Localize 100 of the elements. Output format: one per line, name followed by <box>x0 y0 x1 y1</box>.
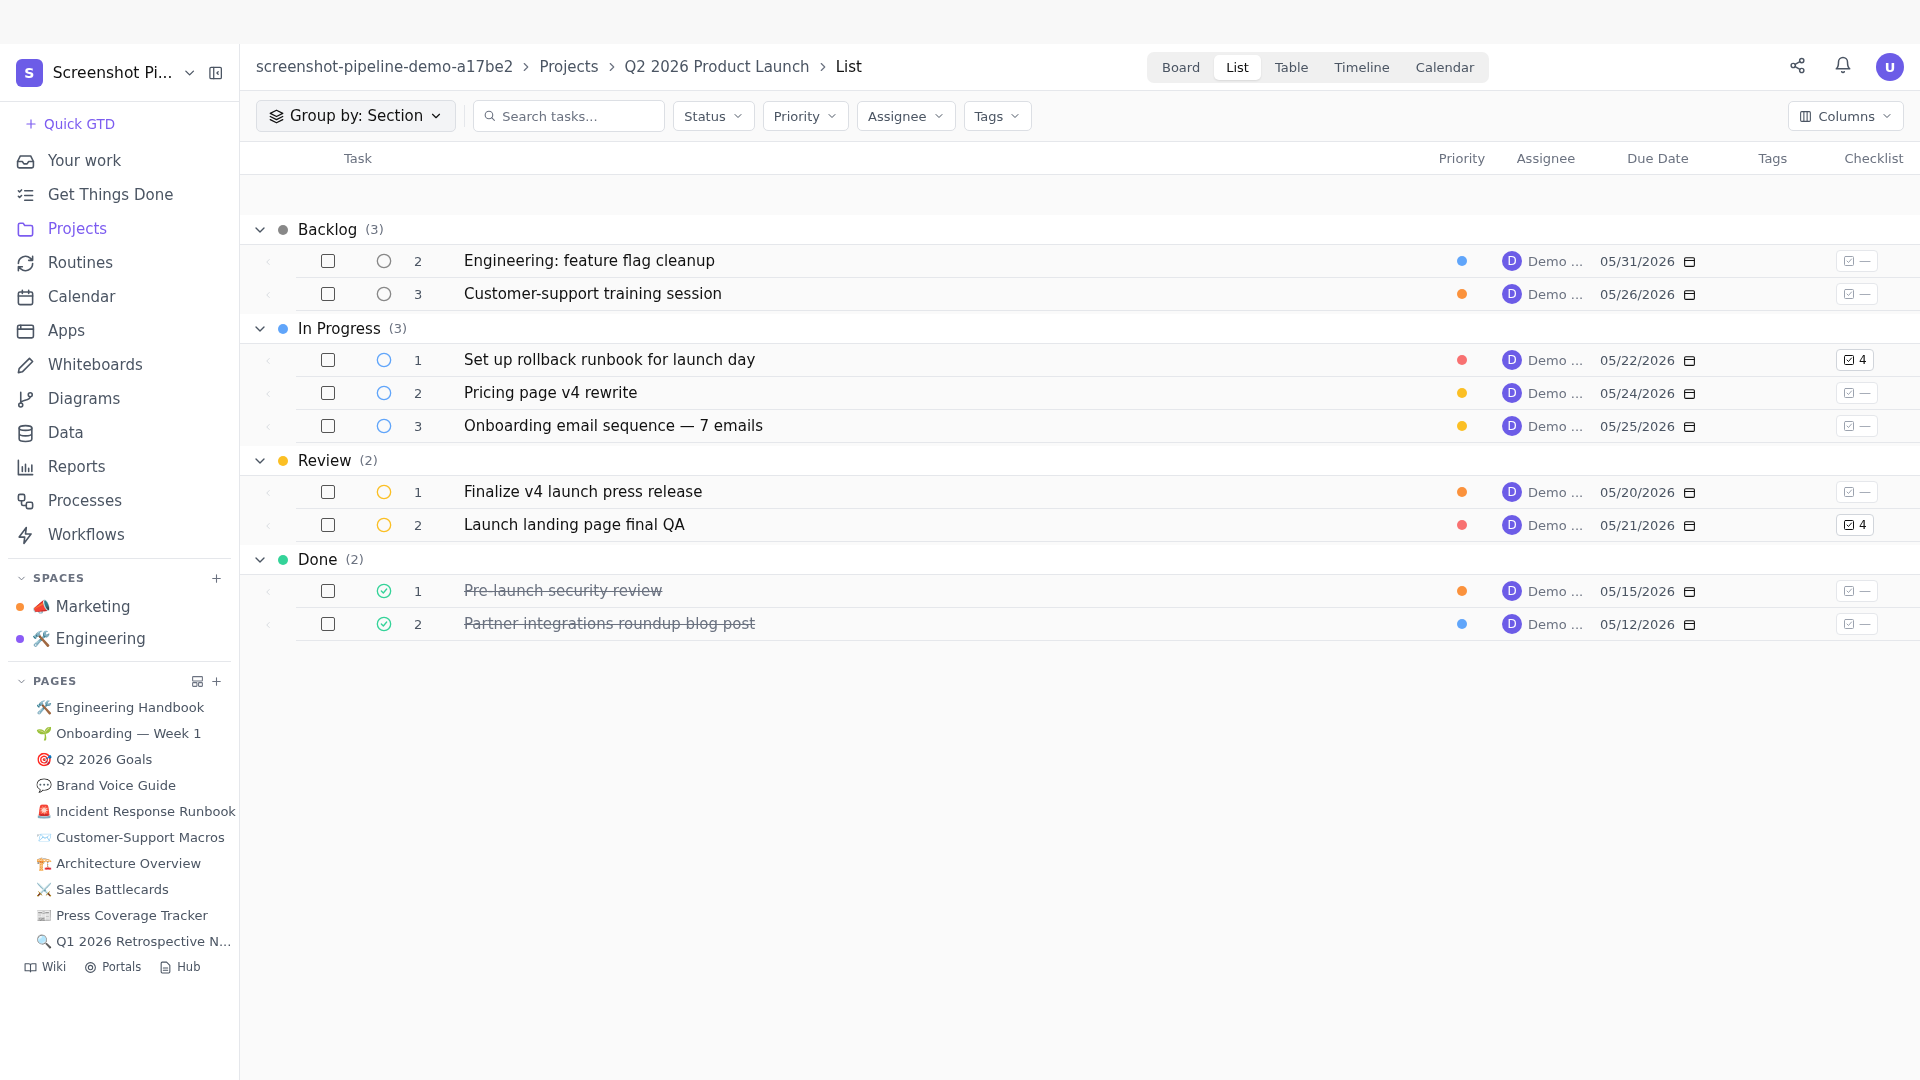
footer-link[interactable]: Hub <box>159 960 201 974</box>
group-count: (3) <box>388 321 408 336</box>
search-field[interactable]: Search tasks... <box>473 100 666 132</box>
column-header: Assignee <box>1515 150 1577 166</box>
sidebar-toggle-icon <box>207 64 223 81</box>
layers-icon <box>269 108 284 124</box>
nav-item[interactable]: Projects <box>8 212 231 246</box>
assignee-avatar: D <box>1502 251 1522 271</box>
nav-item[interactable]: Data <box>8 416 231 450</box>
nav-item[interactable]: Diagrams <box>8 382 231 416</box>
page-item[interactable]: 📨 Customer-Support Macros <box>0 824 239 850</box>
task-title[interactable]: Customer-support training session <box>464 278 1430 311</box>
nav-item[interactable]: Your work <box>8 144 231 178</box>
task-title[interactable]: Onboarding email sequence — 7 emails <box>464 410 1430 443</box>
columns-button[interactable]: Columns <box>1788 101 1904 131</box>
group-by-button[interactable]: Group by: Section <box>256 100 457 132</box>
user-avatar[interactable]: U <box>1876 53 1904 81</box>
due-date: 05/24/2026 <box>1600 385 1675 401</box>
view-tab[interactable]: Calendar <box>1403 54 1487 80</box>
page-item[interactable]: 🌱 Onboarding — Week 1 <box>0 720 239 746</box>
group-title[interactable]: Review <box>298 451 352 470</box>
checkbox[interactable] <box>321 353 335 367</box>
search-icon <box>483 109 497 122</box>
checklist-badge[interactable]: 4 <box>1836 349 1874 371</box>
nav-item[interactable]: Reports <box>8 450 231 484</box>
breadcrumb-link[interactable]: screenshot-pipeline-demo-a17be2 <box>256 58 514 76</box>
task-number: 3 <box>408 278 464 311</box>
chevron-left-icon <box>263 586 273 597</box>
nav-item[interactable]: Get Things Done <box>8 178 231 212</box>
book-icon <box>24 960 37 974</box>
page-item[interactable]: 🚨 Incident Response Runbook <box>0 798 239 824</box>
page-item[interactable]: 💬 Brand Voice Guide <box>0 772 239 798</box>
nav-item[interactable]: Whiteboards <box>8 348 231 382</box>
group-title[interactable]: Done <box>298 550 338 569</box>
breadcrumb-link[interactable]: Q2 2026 Product Launch <box>624 58 810 76</box>
assignee-avatar: D <box>1502 614 1522 634</box>
filter-dropdown[interactable]: Priority <box>762 101 849 131</box>
chevron-left-icon <box>263 355 273 366</box>
checkbox-icon <box>1843 618 1855 630</box>
nav-item[interactable]: Workflows <box>8 518 231 552</box>
group-title[interactable]: In Progress <box>298 319 381 338</box>
checkbox[interactable] <box>321 485 335 499</box>
footer-link[interactable]: Portals <box>84 960 142 974</box>
columns-icon <box>1799 109 1813 123</box>
group-count: (2) <box>359 453 378 468</box>
page-item[interactable]: ⚔ Sales Battlecards <box>0 876 239 902</box>
view-tab[interactable]: List <box>1214 54 1261 80</box>
page-item[interactable]: 🏗 Architecture Overview <box>0 850 239 876</box>
checkbox[interactable] <box>321 254 335 268</box>
checkbox[interactable] <box>321 617 335 631</box>
breadcrumb-link[interactable]: Projects <box>539 58 599 76</box>
assignee-name: Demo ... <box>1528 418 1584 434</box>
page-item[interactable]: 🛠 Engineering Handbook <box>0 694 239 720</box>
space-item[interactable]: 🛠 Engineering <box>0 623 239 655</box>
nav-item[interactable]: Apps <box>8 314 231 348</box>
branch-icon <box>16 389 35 409</box>
due-date: 05/26/2026 <box>1600 286 1675 302</box>
nav-item[interactable]: Processes <box>8 484 231 518</box>
checkbox-icon <box>1843 585 1855 597</box>
filter-dropdown[interactable]: Tags <box>963 101 1033 131</box>
quick-gtd-button[interactable]: Quick GTD <box>24 116 239 132</box>
checkbox[interactable] <box>321 386 335 400</box>
view-tab[interactable]: Board <box>1150 54 1213 80</box>
assignee-avatar: D <box>1502 581 1522 601</box>
checkbox[interactable] <box>321 287 335 301</box>
checkbox[interactable] <box>321 419 335 433</box>
checkbox-icon <box>1843 519 1855 531</box>
space-item[interactable]: 📣 Marketing <box>0 591 239 623</box>
page-item[interactable]: 🔍 Q1 2026 Retrospective N... <box>0 928 239 954</box>
plus-icon <box>210 674 223 688</box>
view-tab[interactable]: Timeline <box>1322 54 1402 80</box>
task-title[interactable]: Partner integrations roundup blog post <box>464 608 1430 641</box>
template-icon <box>191 674 204 688</box>
page-item[interactable]: 🎯 Q2 2026 Goals <box>0 746 239 772</box>
assignee-avatar: D <box>1502 482 1522 502</box>
lightning-icon <box>16 525 35 545</box>
page-item[interactable]: 📰 Press Coverage Tracker <box>0 902 239 928</box>
breadcrumb-link[interactable]: List <box>835 58 862 76</box>
checkbox-icon <box>1843 420 1855 432</box>
view-tab[interactable]: Table <box>1262 54 1321 80</box>
filter-dropdown[interactable]: Status <box>673 101 755 131</box>
assignee-name: Demo ... <box>1528 352 1584 368</box>
workspace-name[interactable]: Screenshot Pi... <box>52 63 173 82</box>
assignee-name: Demo ... <box>1528 616 1584 632</box>
filter-dropdown[interactable]: Assignee <box>857 101 956 131</box>
checklist-badge[interactable]: 4 <box>1836 514 1874 536</box>
task-title[interactable]: Launch landing page final QA <box>464 509 1430 542</box>
footer-link[interactable]: Wiki <box>24 960 67 974</box>
assignee-name: Demo ... <box>1528 253 1584 269</box>
group-title[interactable]: Backlog <box>298 220 358 239</box>
workspace-avatar[interactable]: S <box>16 58 43 87</box>
chevron-left-icon <box>263 619 273 630</box>
nav-item[interactable]: Calendar <box>8 280 231 314</box>
share-icon <box>1789 56 1806 74</box>
checkbox[interactable] <box>321 584 335 598</box>
checkbox[interactable] <box>321 518 335 532</box>
bar-chart-icon <box>16 457 35 477</box>
nav-item[interactable]: Routines <box>8 246 231 280</box>
checkbox-icon <box>1843 288 1855 300</box>
chevron-left-icon <box>263 289 273 300</box>
